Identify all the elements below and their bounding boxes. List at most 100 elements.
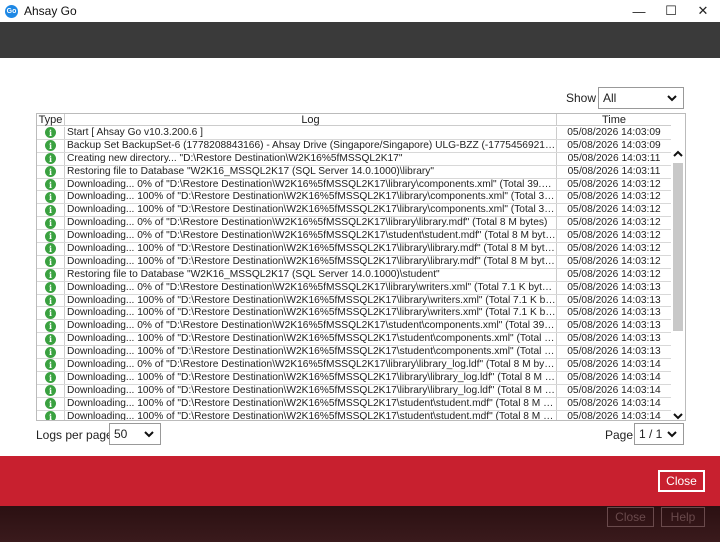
table-row[interactable]: i Downloading... 100% of "D:\Restore Dest… [37,307,671,321]
title-bar: Go Ahsay Go — ☐ ✕ [0,0,720,22]
logs-per-page-label: Logs per page [36,428,113,442]
table-row[interactable]: i Downloading... 0% of "D:\Restore Destin… [37,359,671,372]
info-icon: i [45,385,56,397]
log-cell: Downloading... 0% of "D:\Restore Destina… [67,178,557,191]
table-row[interactable]: i Downloading... 0% of "D:\Restore Destin… [37,281,671,295]
log-table: Type Log Time i Start [ Ahsay Go v10.3.20… [36,113,686,421]
scrollbar-thumb[interactable] [673,163,683,331]
time-cell: 05/08/2026 14:03:13 [567,346,661,358]
table-row[interactable]: i Downloading... 0% of "D:\Restore Destin… [37,217,671,231]
log-cell: Downloading... 100% of "D:\Restore Desti… [67,371,557,384]
info-icon: i [45,411,56,420]
scroll-up-icon[interactable] [672,149,684,159]
type-cell: i [37,359,65,371]
table-row[interactable]: i Downloading... 100% of "D:\Restore Dest… [37,371,671,385]
maximize-icon[interactable]: ☐ [654,0,688,22]
table-row[interactable]: i Downloading... 100% of "D:\Restore Dest… [37,397,671,411]
table-row[interactable]: i Creating new directory... "D:\Restore D… [37,152,671,166]
show-filter-label: Show [566,91,597,105]
type-cell: i [37,346,65,359]
time-cell: 05/08/2026 14:03:09 [567,139,661,151]
time-cell: 05/08/2026 14:03:12 [567,178,661,190]
info-icon: i [45,346,56,358]
table-row[interactable]: i Restoring file to Database "W2K16_MSSQL… [37,268,671,282]
type-cell: i [37,243,65,255]
time-cell: 05/08/2026 14:03:14 [567,384,661,396]
log-cell: Restoring file to Database "W2K16_MSSQL2… [65,165,557,178]
time-cell: 05/08/2026 14:03:13 [567,281,661,293]
type-cell: i [37,230,65,243]
time-cell: 05/08/2026 14:03:12 [567,204,661,216]
info-icon: i [45,140,56,152]
info-icon: i [45,256,56,268]
type-cell: i [37,371,65,384]
type-cell: i [37,397,65,410]
time-cell: 05/08/2026 14:03:09 [567,127,661,138]
table-row[interactable]: i Downloading... 0% of "D:\Restore Destin… [37,178,671,192]
type-cell: i [37,127,65,139]
table-row[interactable]: i Backup Set BackupSet-6 (1778208843166) … [37,139,671,153]
info-icon: i [45,166,56,178]
logs-per-page-select[interactable]: 50 [109,423,161,445]
table-row[interactable]: i Downloading... 100% of "D:\Restore Dest… [37,333,671,347]
header-bar [0,22,720,58]
type-cell: i [37,204,65,217]
table-row[interactable]: i Downloading... 0% of "D:\Restore Destin… [37,230,671,244]
log-cell: Downloading... 0% of "D:\Restore Destina… [67,320,557,333]
time-cell: 05/08/2026 14:03:13 [567,333,661,345]
column-header-time[interactable]: Time [557,114,671,126]
info-icon: i [45,320,56,332]
table-row[interactable]: i Downloading... 0% of "D:\Restore Destin… [37,320,671,334]
table-row[interactable]: i Downloading... 100% of "D:\Restore Dest… [37,410,671,421]
show-filter-value: All [603,91,617,105]
log-cell: Downloading... 0% of "D:\Restore Destina… [67,281,557,294]
chevron-down-icon [667,95,677,102]
log-cell: Downloading... 100% of "D:\Restore Desti… [67,410,557,421]
column-header-type[interactable]: Type [37,114,65,126]
info-icon: i [45,230,56,242]
info-icon: i [45,269,56,281]
log-cell: Downloading... 0% of "D:\Restore Destina… [65,217,557,230]
info-icon: i [45,307,56,319]
info-icon: i [45,191,56,203]
log-cell: Start [ Ahsay Go v10.3.200.6 ] [65,127,557,139]
info-icon: i [45,179,56,190]
info-icon: i [45,217,56,229]
column-header-log[interactable]: Log [65,114,557,126]
show-filter-select[interactable]: All [598,87,684,109]
table-header: Type Log Time [37,114,671,126]
minimize-icon[interactable]: — [622,0,656,22]
log-cell: Downloading... 100% of "D:\Restore Desti… [65,191,557,204]
type-cell: i [37,333,65,346]
table-row[interactable]: i Downloading... 100% of "D:\Restore Dest… [37,243,671,256]
time-cell: 05/08/2026 14:03:14 [567,397,661,409]
time-cell: 05/08/2026 14:03:12 [567,268,661,280]
table-row[interactable]: i Downloading... 100% of "D:\Restore Dest… [37,346,671,360]
info-icon: i [45,372,56,384]
type-cell: i [37,178,65,191]
scroll-down-icon[interactable] [672,411,684,421]
chevron-down-icon [667,431,677,438]
time-cell: 05/08/2026 14:03:13 [567,320,661,332]
time-cell: 05/08/2026 14:03:13 [567,307,661,319]
logs-per-page-value: 50 [114,427,128,441]
close-window-icon[interactable]: ✕ [686,0,720,22]
table-row[interactable]: i Downloading... 100% of "D:\Restore Dest… [37,191,671,205]
table-row[interactable]: i Downloading... 100% of "D:\Restore Dest… [37,294,671,308]
log-cell: Downloading... 100% of "D:\Restore Desti… [65,204,557,217]
time-cell: 05/08/2026 14:03:13 [567,294,661,306]
close-button[interactable]: Close [658,470,705,492]
info-icon: i [45,333,56,345]
vertical-scrollbar[interactable] [671,127,685,421]
time-cell: 05/08/2026 14:03:14 [567,371,661,383]
time-cell: 05/08/2026 14:03:12 [567,191,661,203]
table-row[interactable]: i Downloading... 100% of "D:\Restore Dest… [37,384,671,398]
time-cell: 05/08/2026 14:03:11 [567,165,661,177]
info-icon: i [45,359,56,371]
table-row[interactable]: i Downloading... 100% of "D:\Restore Dest… [37,255,671,269]
page-select[interactable]: 1 / 1 [634,423,684,445]
table-row[interactable]: i Restoring file to Database "W2K16_MSSQL… [37,165,671,179]
table-row[interactable]: i Start [ Ahsay Go v10.3.200.6 ] 05/08/202… [37,127,671,140]
log-cell: Downloading... 0% of "D:\Restore Destina… [67,359,557,371]
table-row[interactable]: i Downloading... 100% of "D:\Restore Dest… [37,204,671,218]
